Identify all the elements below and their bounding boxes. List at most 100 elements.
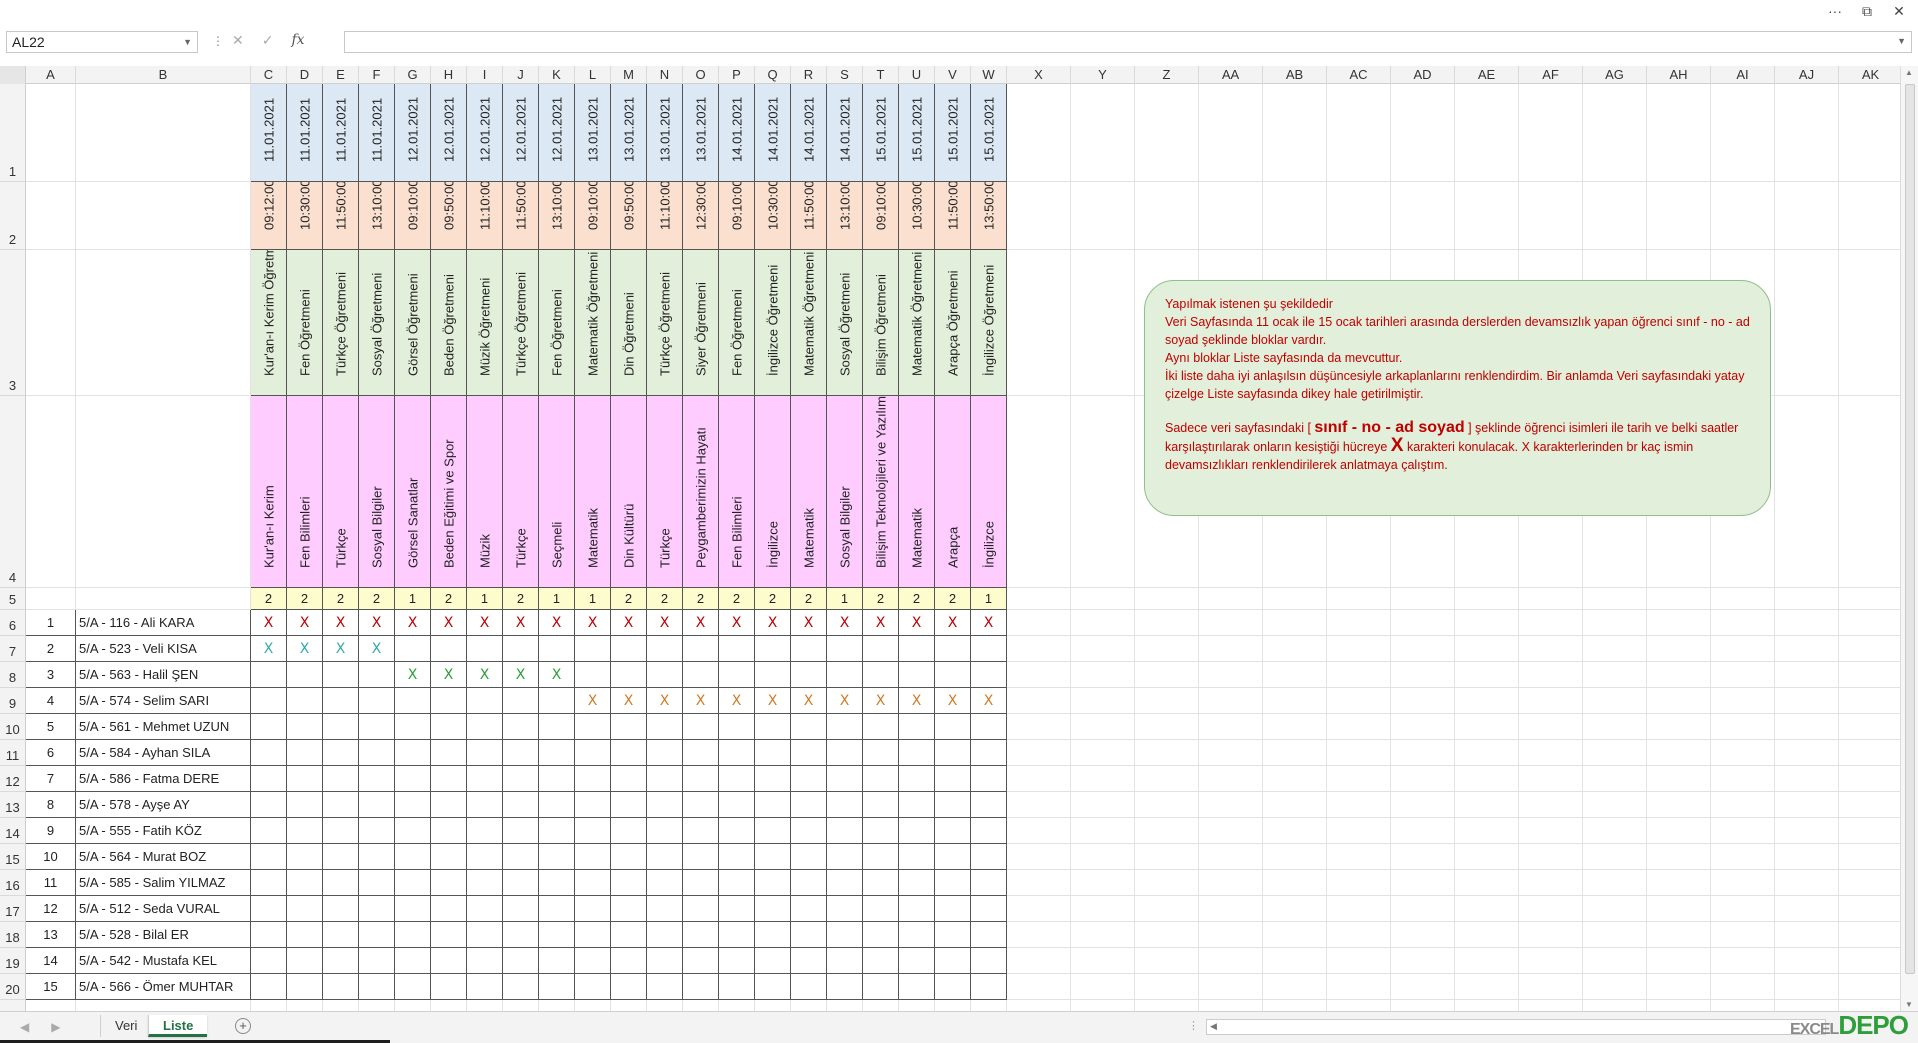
row-header-4[interactable]: 4	[0, 396, 25, 588]
date-cell[interactable]: 13.01.2021	[575, 84, 611, 182]
absence-cell[interactable]	[827, 922, 863, 948]
absence-cell[interactable]	[863, 636, 899, 662]
absence-cell[interactable]	[467, 792, 503, 818]
prev-sheet-icon[interactable]: ◀	[20, 1020, 29, 1034]
absence-cell[interactable]	[539, 948, 575, 974]
column-header-ac[interactable]: AC	[1327, 66, 1391, 84]
date-cell[interactable]: 12.01.2021	[539, 84, 575, 182]
absence-cell[interactable]	[755, 792, 791, 818]
absence-cell[interactable]	[683, 792, 719, 818]
absence-cell[interactable]	[467, 818, 503, 844]
absence-cell[interactable]	[755, 714, 791, 740]
absence-cell[interactable]	[575, 662, 611, 688]
absence-cell[interactable]	[431, 948, 467, 974]
date-cell[interactable]: 11.01.2021	[323, 84, 359, 182]
close-window-icon[interactable]: ✕	[1890, 3, 1908, 20]
absence-cell[interactable]	[575, 766, 611, 792]
select-all-corner[interactable]	[0, 66, 26, 84]
absence-cell[interactable]	[575, 948, 611, 974]
column-header-h[interactable]: H	[431, 66, 467, 84]
absence-cell[interactable]	[323, 844, 359, 870]
hours-cell[interactable]: 2	[899, 588, 935, 610]
absence-cell[interactable]	[395, 896, 431, 922]
absence-cell[interactable]	[935, 714, 971, 740]
absence-cell[interactable]	[971, 792, 1007, 818]
row-header-7[interactable]: 7	[0, 636, 25, 662]
hours-cell[interactable]: 2	[935, 588, 971, 610]
row-header-2[interactable]: 2	[0, 182, 25, 250]
absence-cell[interactable]	[791, 948, 827, 974]
absence-cell[interactable]	[755, 766, 791, 792]
subject-cell[interactable]: Türkçe	[323, 396, 359, 588]
absence-cell[interactable]	[323, 922, 359, 948]
student-number-cell[interactable]: 2	[26, 636, 76, 662]
date-cell[interactable]: 15.01.2021	[863, 84, 899, 182]
row-header-1[interactable]: 1	[0, 84, 25, 182]
absence-cell[interactable]	[755, 662, 791, 688]
row-header-20[interactable]: 20	[0, 974, 25, 1000]
absence-cell[interactable]	[935, 766, 971, 792]
absence-cell[interactable]	[287, 974, 323, 1000]
date-cell[interactable]: 13.01.2021	[647, 84, 683, 182]
teacher-cell[interactable]: Matematik Öğretmeni	[899, 250, 935, 396]
absence-cell[interactable]	[359, 870, 395, 896]
teacher-cell[interactable]: Beden Öğretmeni	[431, 250, 467, 396]
absence-cell[interactable]	[431, 688, 467, 714]
absence-cell[interactable]	[287, 844, 323, 870]
column-header-m[interactable]: M	[611, 66, 647, 84]
absence-cell[interactable]	[827, 636, 863, 662]
absence-cell[interactable]	[935, 818, 971, 844]
teacher-cell[interactable]: İngilizce Öğretmeni	[971, 250, 1007, 396]
absence-cell[interactable]	[395, 974, 431, 1000]
date-cell[interactable]: 15.01.2021	[971, 84, 1007, 182]
name-box[interactable]: AL22 ▼	[6, 31, 198, 53]
absence-cell[interactable]: X	[539, 662, 575, 688]
absence-cell[interactable]	[683, 948, 719, 974]
absence-cell[interactable]: X	[899, 688, 935, 714]
absence-cell[interactable]: X	[359, 636, 395, 662]
student-name-cell[interactable]: 5/A - 116 - Ali KARA	[76, 610, 251, 636]
hours-cell[interactable]: 1	[827, 588, 863, 610]
absence-cell[interactable]	[683, 870, 719, 896]
time-cell[interactable]: 11:50:00	[791, 182, 827, 250]
date-cell[interactable]: 11.01.2021	[359, 84, 395, 182]
absence-cell[interactable]	[755, 844, 791, 870]
restore-window-icon[interactable]: ⧉	[1858, 3, 1876, 20]
column-header-a[interactable]: A	[26, 66, 76, 84]
time-cell[interactable]: 11:50:00	[323, 182, 359, 250]
absence-cell[interactable]	[935, 844, 971, 870]
hours-cell[interactable]: 2	[359, 588, 395, 610]
date-cell[interactable]: 11.01.2021	[251, 84, 287, 182]
absence-cell[interactable]	[863, 844, 899, 870]
absence-cell[interactable]	[431, 922, 467, 948]
absence-cell[interactable]	[467, 974, 503, 1000]
time-cell[interactable]: 10:30:00	[287, 182, 323, 250]
absence-cell[interactable]	[467, 740, 503, 766]
absence-cell[interactable]	[359, 688, 395, 714]
student-number-cell[interactable]: 13	[26, 922, 76, 948]
absence-cell[interactable]	[935, 974, 971, 1000]
teacher-cell[interactable]: Bilişim Öğretmeni	[863, 250, 899, 396]
column-header-ad[interactable]: AD	[1391, 66, 1455, 84]
teacher-cell[interactable]: Kur'an-ı Kerim Öğretmeni	[251, 250, 287, 396]
absence-cell[interactable]	[575, 636, 611, 662]
absence-cell[interactable]	[719, 740, 755, 766]
absence-cell[interactable]	[683, 922, 719, 948]
more-options-icon[interactable]: ···	[1826, 3, 1844, 19]
absence-cell[interactable]	[971, 636, 1007, 662]
absence-cell[interactable]	[755, 870, 791, 896]
absence-cell[interactable]	[935, 870, 971, 896]
student-number-cell[interactable]: 4	[26, 688, 76, 714]
absence-cell[interactable]	[431, 844, 467, 870]
absence-cell[interactable]	[683, 714, 719, 740]
absence-cell[interactable]	[719, 922, 755, 948]
absence-cell[interactable]	[395, 844, 431, 870]
absence-cell[interactable]	[791, 740, 827, 766]
absence-cell[interactable]	[287, 870, 323, 896]
absence-cell[interactable]	[791, 870, 827, 896]
subject-cell[interactable]: Türkçe	[503, 396, 539, 588]
absence-cell[interactable]	[755, 636, 791, 662]
absence-cell[interactable]	[971, 818, 1007, 844]
confirm-icon[interactable]: ✓	[262, 32, 274, 49]
absence-cell[interactable]	[359, 844, 395, 870]
